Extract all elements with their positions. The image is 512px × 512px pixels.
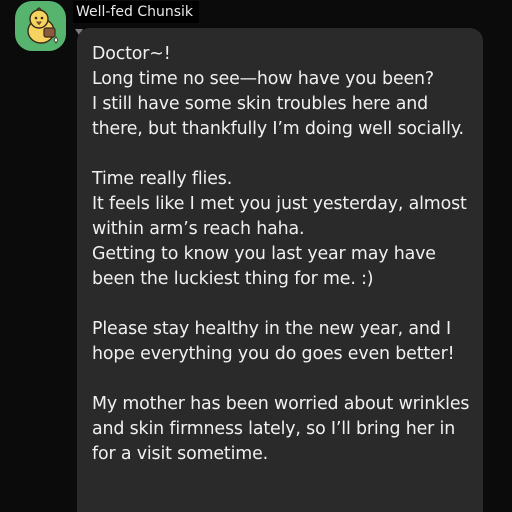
message-line: hope everything you do goes even better! bbox=[92, 344, 455, 364]
message-line: Getting to know you last year may have bbox=[92, 244, 436, 264]
sender-avatar[interactable] bbox=[15, 1, 66, 51]
message-bubble[interactable]: Doctor~! Long time no see—how have you b… bbox=[77, 28, 483, 512]
message-line: for a visit sometime. bbox=[92, 444, 268, 464]
message-line: been the luckiest thing for me. :) bbox=[92, 269, 374, 289]
chick-character-icon bbox=[15, 1, 66, 51]
message-line: I still have some skin troubles here and bbox=[92, 94, 428, 114]
message-line bbox=[92, 292, 471, 317]
message-line bbox=[92, 142, 471, 167]
message-line: My mother has been worried about wrinkle… bbox=[92, 394, 470, 414]
message-line: Please stay healthy in the new year, and… bbox=[92, 319, 452, 339]
message-line: there, but thankfully I’m doing well soc… bbox=[92, 119, 464, 139]
message-line: Doctor~! bbox=[92, 44, 171, 64]
message-line: and skin firmness lately, so I’ll bring … bbox=[92, 419, 456, 439]
chat-screen: Well-fed Chunsik Doctor~! Long time no s… bbox=[0, 0, 512, 512]
message-line: Time really flies. bbox=[92, 169, 233, 189]
message-line: It feels like I met you just yesterday, … bbox=[92, 194, 467, 214]
message-line bbox=[92, 367, 471, 392]
message-line: within arm’s reach haha. bbox=[92, 219, 305, 239]
message-line: Long time no see—how have you been? bbox=[92, 69, 435, 89]
sender-name: Well-fed Chunsik bbox=[73, 1, 200, 23]
